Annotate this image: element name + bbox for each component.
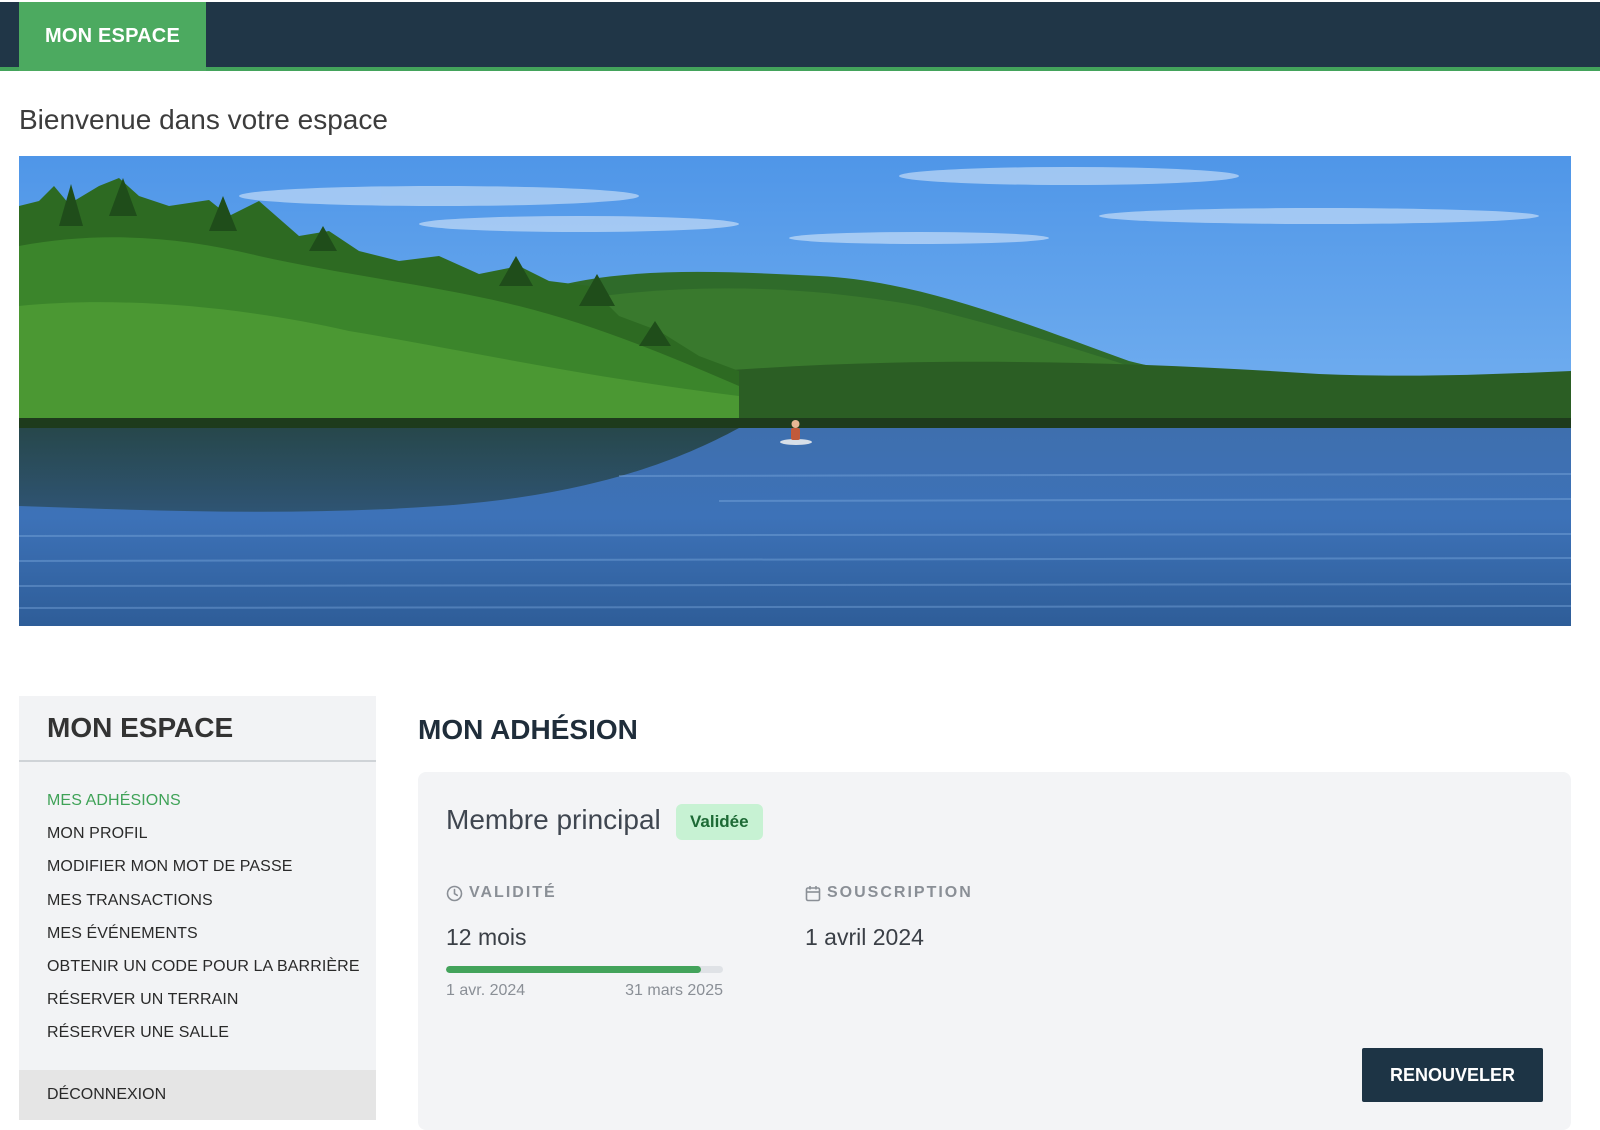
page-title: MON ADHÉSION [418,714,638,745]
validity-date-range: 1 avr. 2024 31 mars 2025 [446,982,723,1000]
hero-landscape-image [19,156,1571,626]
sidebar-menu: MES ADHÉSIONS MON PROFIL MODIFIER MON MO… [19,762,376,1050]
sidebar-item-code-barriere[interactable]: OBTENIR UN CODE POUR LA BARRIÈRE [47,950,376,983]
sidebar-item-mes-evenements[interactable]: MES ÉVÉNEMENTS [47,917,376,950]
validity-label-text: VALIDITÉ [469,884,557,901]
validity-progress-fill [446,966,701,973]
sidebar-item-reserver-salle[interactable]: RÉSERVER UNE SALLE [47,1016,376,1049]
validity-label: VALIDITÉ [446,884,557,902]
renew-button[interactable]: RENOUVELER [1362,1048,1543,1102]
subscription-label: SOUSCRIPTION [805,884,973,902]
sidebar: MON ESPACE MES ADHÉSIONS MON PROFIL MODI… [19,696,376,1120]
logout-button[interactable]: DÉCONNEXION [19,1070,376,1120]
membership-type: Membre principal [446,804,661,835]
clock-icon [446,885,463,901]
validity-end-date: 31 mars 2025 [625,982,723,999]
calendar-icon [805,885,821,901]
validity-start-date: 1 avr. 2024 [446,982,526,999]
sidebar-item-reserver-terrain[interactable]: RÉSERVER UN TERRAIN [47,983,376,1016]
sidebar-item-modifier-mot-de-passe[interactable]: MODIFIER MON MOT DE PASSE [47,850,376,883]
nav-tab-mon-espace[interactable]: MON ESPACE [19,2,206,71]
sidebar-item-mon-profil[interactable]: MON PROFIL [47,817,376,850]
subscription-value: 1 avril 2024 [805,924,924,950]
welcome-heading: Bienvenue dans votre espace [19,104,388,135]
validity-progress-bar [446,966,723,973]
membership-card: Membre principal Validée VALIDITÉ 12 moi… [418,772,1571,1130]
sidebar-item-mes-adhesions[interactable]: MES ADHÉSIONS [47,784,376,817]
validity-value: 12 mois [446,924,527,950]
sidebar-title: MON ESPACE [19,696,376,762]
sidebar-item-mes-transactions[interactable]: MES TRANSACTIONS [47,884,376,917]
top-navigation-bar: MON ESPACE [0,2,1600,71]
status-badge: Validée [676,804,763,840]
subscription-label-text: SOUSCRIPTION [827,884,973,901]
